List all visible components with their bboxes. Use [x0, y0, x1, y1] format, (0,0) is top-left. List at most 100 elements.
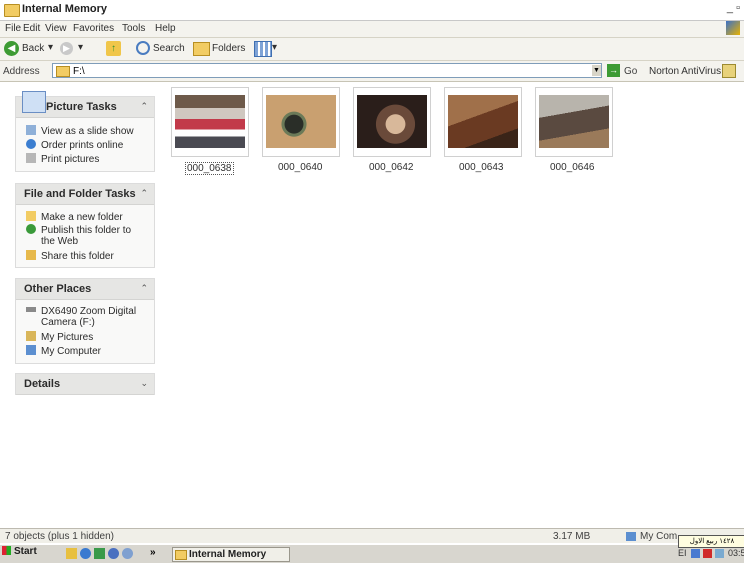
tray-antivirus-icon[interactable]	[703, 549, 712, 558]
up-folder-icon[interactable]: ↑	[106, 41, 121, 56]
date-tooltip: ١٤٢٨ ربيع الاول	[678, 535, 744, 548]
printer-icon	[26, 153, 36, 163]
picture-tasks-header[interactable]: Picture Tasks ⌃	[16, 91, 154, 118]
photo-000-0642	[357, 95, 427, 148]
clock[interactable]: 03:59	[728, 548, 744, 558]
quicklaunch-overflow-icon[interactable]: »	[150, 547, 156, 558]
thumbnail-000-0643[interactable]	[444, 87, 522, 157]
folders-button[interactable]: Folders	[212, 43, 245, 54]
share-folder-link[interactable]: Share this folder	[26, 250, 114, 262]
menu-help[interactable]: Help	[155, 23, 176, 34]
slideshow-icon	[26, 125, 36, 135]
web-publish-icon	[26, 224, 36, 234]
photo-000-0646	[539, 95, 609, 148]
quicklaunch-icon-1[interactable]	[66, 548, 77, 559]
globe-icon	[26, 139, 36, 149]
photo-000-0643	[448, 95, 518, 148]
folder-icon	[4, 4, 20, 17]
details-header[interactable]: Details ⌄	[16, 374, 154, 395]
taskbar-button-internal-memory[interactable]: Internal Memory	[172, 547, 290, 562]
other-places-title: Other Places	[24, 283, 92, 295]
title-bar: Internal Memory _ ▫	[0, 0, 744, 21]
address-bar: Address F:\ ▼ → Go Norton AntiVirus	[0, 61, 744, 82]
address-value: F:\	[73, 66, 85, 77]
file-folder-tasks-pane: File and Folder Tasks ⌃ Make a new folde…	[15, 183, 155, 268]
thumbnail-000-0646[interactable]	[535, 87, 613, 157]
details-title: Details	[24, 378, 61, 390]
system-tray: EI 03:59	[676, 546, 744, 562]
file-label-000-0642[interactable]: 000_0642	[369, 162, 414, 173]
menu-tools[interactable]: Tools	[122, 23, 145, 34]
camera-drive-link[interactable]: DX6490 Zoom Digital Camera (F:)	[26, 306, 136, 328]
other-places-header[interactable]: Other Places ⌃	[16, 279, 154, 300]
thumbnail-000-0638[interactable]	[171, 87, 249, 157]
status-objects: 7 objects (plus 1 hidden)	[5, 531, 114, 542]
file-folder-tasks-header[interactable]: File and Folder Tasks ⌃	[16, 184, 154, 205]
my-pictures-link[interactable]: My Pictures	[26, 331, 93, 343]
window-controls[interactable]: _ ▫	[727, 2, 740, 14]
search-icon[interactable]	[136, 41, 150, 55]
back-button[interactable]: Back	[22, 43, 44, 54]
new-folder-icon	[26, 211, 36, 221]
tray-monitor-icon[interactable]	[715, 549, 724, 558]
picture-tasks-title: Picture Tasks	[46, 101, 117, 113]
thumbnail-000-0640[interactable]	[262, 87, 340, 157]
thumbnail-000-0642[interactable]	[353, 87, 431, 157]
status-location: My Com	[640, 531, 678, 542]
start-button[interactable]: Start	[2, 546, 50, 561]
folders-icon[interactable]	[193, 42, 210, 56]
expand-chevron-icon[interactable]: ⌄	[140, 378, 148, 389]
search-button[interactable]: Search	[153, 43, 185, 54]
quicklaunch-icon-5[interactable]	[122, 548, 133, 559]
order-prints-link[interactable]: Order prints online	[26, 139, 123, 151]
picture-tasks-pane: Picture Tasks ⌃ View as a slide show Ord…	[15, 91, 155, 172]
window-title: Internal Memory	[22, 3, 107, 15]
address-label: Address	[3, 66, 40, 77]
taskbar: Start » Internal Memory EI 03:59	[0, 544, 744, 563]
view-slideshow-link[interactable]: View as a slide show	[26, 125, 134, 137]
norton-antivirus-button[interactable]: Norton AntiVirus	[649, 66, 721, 77]
print-pictures-link[interactable]: Print pictures	[26, 153, 99, 165]
forward-arrow-icon[interactable]: ▶	[60, 42, 73, 55]
norton-icon[interactable]	[722, 64, 736, 78]
views-icon[interactable]	[254, 41, 272, 57]
quicklaunch-icon-4[interactable]	[108, 548, 119, 559]
menu-favorites[interactable]: Favorites	[73, 23, 114, 34]
camera-drive-icon	[26, 307, 36, 312]
file-label-000-0646[interactable]: 000_0646	[550, 162, 595, 173]
back-arrow-icon[interactable]: ◀	[4, 41, 19, 56]
internet-explorer-icon[interactable]	[80, 548, 91, 559]
collapse-chevron-icon[interactable]: ⌃	[140, 188, 148, 199]
make-new-folder-link[interactable]: Make a new folder	[26, 211, 123, 223]
back-dropdown-icon[interactable]: ▾	[48, 42, 53, 53]
publish-folder-link[interactable]: Publish this folder to the Web	[26, 224, 131, 247]
photo-000-0640	[266, 95, 336, 148]
go-arrow-icon[interactable]: →	[607, 64, 620, 77]
forward-dropdown-icon[interactable]: ▾	[78, 42, 83, 53]
go-button[interactable]: Go	[624, 66, 637, 77]
address-dropdown-icon[interactable]: ▼	[592, 65, 601, 76]
my-computer-icon	[26, 345, 36, 355]
menu-edit[interactable]: Edit	[23, 23, 40, 34]
details-pane: Details ⌄	[15, 373, 155, 395]
menu-file[interactable]: File	[5, 23, 21, 34]
file-label-000-0640[interactable]: 000_0640	[278, 162, 323, 173]
my-computer-status-icon	[626, 532, 636, 541]
file-folder-tasks-title: File and Folder Tasks	[24, 188, 136, 200]
menu-view[interactable]: View	[45, 23, 67, 34]
windows-flag-icon	[2, 546, 11, 555]
language-indicator[interactable]: EI	[678, 548, 687, 558]
photo-000-0638	[175, 95, 245, 148]
address-field[interactable]: F:\	[52, 63, 602, 78]
quicklaunch-icon-3[interactable]	[94, 548, 105, 559]
file-label-000-0643[interactable]: 000_0643	[459, 162, 504, 173]
status-size: 3.17 MB	[553, 531, 591, 542]
collapse-chevron-icon[interactable]: ⌃	[140, 101, 148, 112]
my-computer-link[interactable]: My Computer	[26, 345, 101, 357]
collapse-chevron-icon[interactable]: ⌃	[140, 283, 148, 294]
tray-network-icon[interactable]	[691, 549, 700, 558]
share-folder-icon	[26, 250, 36, 260]
file-label-000-0638[interactable]: 000_0638	[185, 162, 234, 175]
views-dropdown-icon[interactable]: ▾	[272, 42, 277, 53]
folder-icon	[175, 550, 187, 560]
